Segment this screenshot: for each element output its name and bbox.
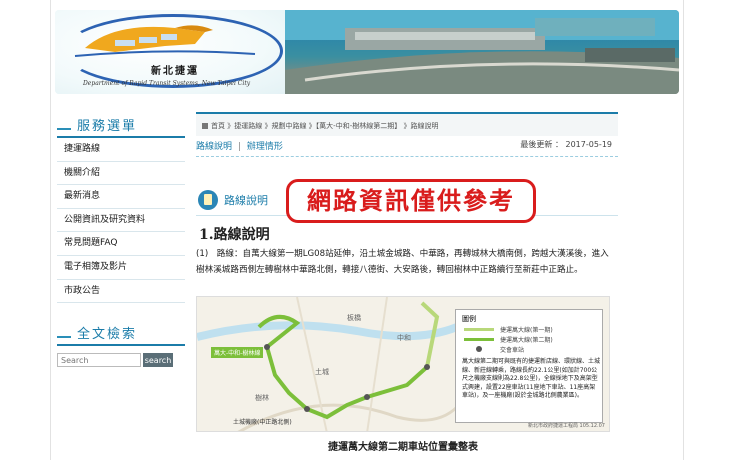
search-head-bar — [57, 336, 71, 338]
legend-label-transfer: 交會車站 — [500, 347, 525, 354]
sidebar-item-announcements[interactable]: 市政公告 — [57, 280, 185, 304]
map-label-depot: 土城機廠(中正路北側) — [233, 419, 292, 426]
sidebar-item-public-info[interactable]: 公開資訊及研究資料 — [57, 209, 185, 233]
search-row: search — [57, 353, 185, 367]
sidebar-item-routes[interactable]: 捷運路線 — [57, 138, 185, 162]
site-logo[interactable]: 新北捷運 Department of Rapid Transit Systems… — [55, 10, 285, 94]
legend-title: 圖例 — [462, 315, 476, 323]
section-header: 路線說明 — [198, 190, 268, 210]
document-icon — [198, 190, 218, 210]
legend-label-phase2: 捷運萬大線(第二期) — [500, 337, 553, 344]
map-label-zhonghe: 中和 — [397, 334, 411, 342]
service-menu-header: 服務選單 — [57, 112, 185, 138]
service-menu-title: 服務選單 — [77, 118, 138, 134]
service-menu: 服務選單 捷運路線 機關介紹 最新消息 公開資訊及研究資料 常見問題FAQ 電子… — [57, 112, 185, 304]
route-heading: 1.路線說明 — [199, 227, 270, 243]
map-legend: 圖例 捷運萬大線(第一期) 捷運萬大線(第二期) 交會車站 萬大線第二期可與既有… — [455, 309, 603, 423]
menu-head-bar — [57, 128, 71, 130]
header-photo — [285, 10, 679, 94]
site-header: 新北捷運 Department of Rapid Transit Systems… — [55, 10, 679, 94]
home-icon — [202, 123, 208, 129]
map-source: 新北市政府捷運工程局 105.12.07 — [527, 423, 605, 429]
train-logo-icon — [74, 25, 256, 57]
search-input[interactable] — [57, 353, 141, 367]
breadcrumb-bar: 首頁 》捷運路線 》規劃中路線 》【萬大-中和-樹林線第二期】 》路線說明 — [196, 112, 618, 136]
main-content: 首頁 》捷運路線 》規劃中路線 》【萬大-中和-樹林線第二期】 》路線說明 路線… — [196, 112, 618, 460]
route-map[interactable]: 萬大-中和-樹林線 中和 土城 樹林 板橋 土城機廠(中正路北側) 圖例 捷運萬… — [196, 296, 610, 432]
last-updated: 最後更新 ： 2017-05-19 — [520, 140, 612, 149]
dashed-divider — [196, 156, 618, 157]
search-button[interactable]: search — [143, 353, 173, 367]
legend-note: 萬大線第二期可與既有的捷運新店線、環狀線、土城線、新莊線轉乘，路線長約22.1公… — [462, 358, 601, 399]
legend-line-phase1 — [464, 328, 494, 331]
logo-subtitle: Department of Rapid Transit Systems, New… — [83, 80, 251, 87]
search-header: 全文檢索 — [57, 320, 185, 346]
map-label-banqiao: 板橋 — [347, 314, 361, 322]
sidebar-item-albums[interactable]: 電子相簿及影片 — [57, 256, 185, 280]
tab-progress[interactable]: 辦理情形 — [247, 142, 283, 152]
sidebar-item-about[interactable]: 機關介紹 — [57, 162, 185, 186]
breadcrumb[interactable]: 首頁 》捷運路線 》規劃中路線 》【萬大-中和-樹林線第二期】 》路線說明 — [202, 121, 438, 131]
tab-route[interactable]: 路線說明 — [196, 142, 232, 152]
search-panel: 全文檢索 search — [57, 320, 185, 367]
legend-label-phase1: 捷運萬大線(第一期) — [500, 327, 553, 334]
content-tabs: 路線說明 | 辦理情形 — [196, 139, 283, 152]
tab-separator: | — [237, 142, 241, 152]
sidebar-item-faq[interactable]: 常見問題FAQ — [57, 232, 185, 256]
section-title: 路線說明 — [224, 194, 268, 207]
logo-title: 新北捷運 — [151, 66, 199, 77]
map-label-tucheng: 土城 — [315, 368, 329, 376]
breadcrumb-text: 首頁 》捷運路線 》規劃中路線 》【萬大-中和-樹林線第二期】 》路線說明 — [211, 122, 439, 130]
search-title: 全文檢索 — [77, 326, 138, 342]
map-label-shulin: 樹林 — [255, 394, 269, 402]
station-photo-image — [285, 10, 679, 94]
route-description: (1) 路線：自萬大線第一期LG08站延伸，沿土城金城路、中華路，再轉城林大橋南… — [196, 249, 609, 275]
map-caption: 捷運萬大線第二期車站位置彙整表 — [328, 442, 478, 453]
disclaimer-watermark: 網路資訊僅供參考 — [286, 179, 536, 223]
legend-transfer-icon — [476, 346, 482, 352]
sidebar-item-news[interactable]: 最新消息 — [57, 185, 185, 209]
map-route-label: 萬大-中和-樹林線 — [211, 347, 264, 358]
legend-line-phase2 — [464, 338, 494, 341]
